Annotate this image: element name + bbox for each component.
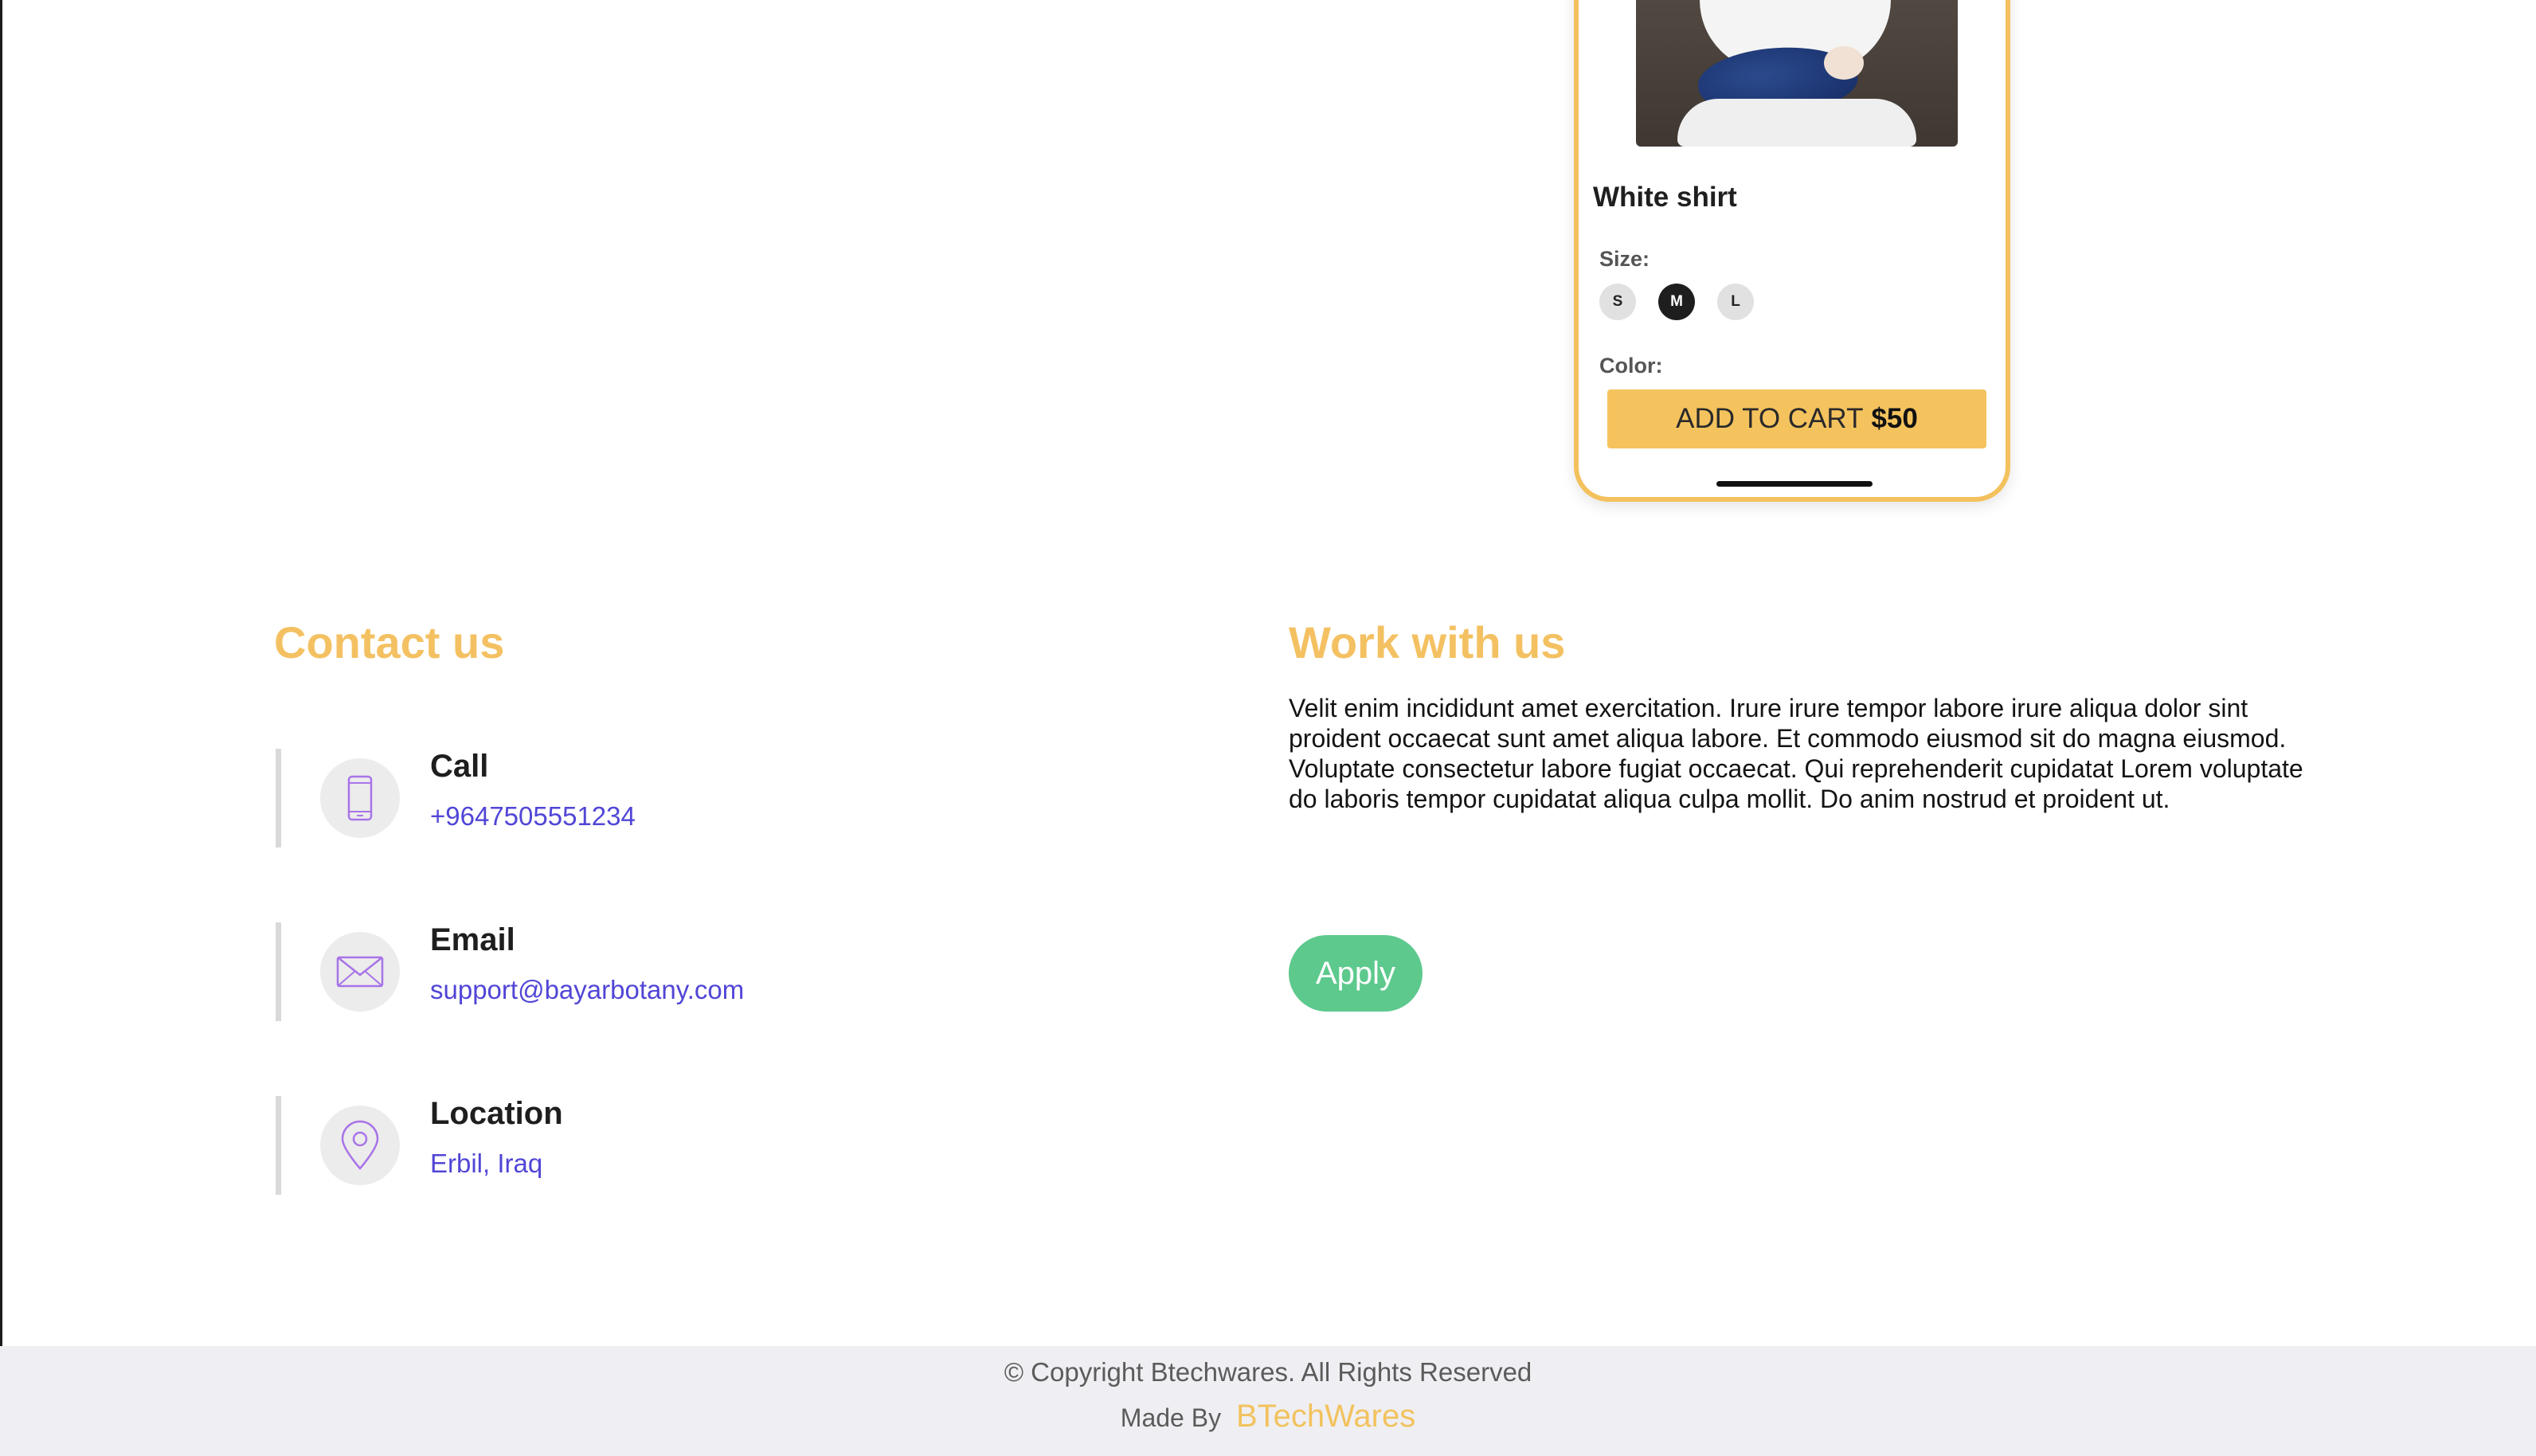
map-pin-icon bbox=[320, 1106, 400, 1185]
size-option-m[interactable]: M bbox=[1658, 284, 1695, 320]
divider bbox=[276, 749, 281, 847]
size-options: S M L bbox=[1599, 284, 1754, 320]
product-price: $50 bbox=[1871, 403, 1918, 434]
window-left-edge bbox=[0, 0, 2, 1346]
size-label: Size: bbox=[1599, 247, 1650, 271]
made-by-label: Made By bbox=[1120, 1403, 1222, 1432]
footer: © Copyright Btechwares. All Rights Reser… bbox=[0, 1346, 2536, 1456]
product-name: White shirt bbox=[1593, 182, 1737, 213]
phone-link[interactable]: +9647505551234 bbox=[430, 801, 636, 832]
add-to-cart-label: ADD TO CART bbox=[1676, 403, 1864, 434]
envelope-icon bbox=[320, 932, 400, 1012]
contact-title: Contact us bbox=[274, 617, 505, 667]
contact-item-location: Location Erbil, Iraq bbox=[276, 1096, 992, 1195]
product-image[interactable] bbox=[1636, 0, 1958, 147]
color-label: Color: bbox=[1599, 354, 1663, 378]
phone-icon bbox=[320, 758, 400, 838]
phone-mockup: White shirt Size: S M L Color: ADD TO CA… bbox=[1574, 0, 2010, 502]
contact-item-email: Email support@bayarbotany.com bbox=[276, 922, 992, 1021]
location-link[interactable]: Erbil, Iraq bbox=[430, 1149, 542, 1179]
brand-link[interactable]: BTechWares bbox=[1236, 1399, 1415, 1434]
email-link[interactable]: support@bayarbotany.com bbox=[430, 975, 744, 1005]
work-title: Work with us bbox=[1289, 617, 1566, 667]
contact-item-call: Call +9647505551234 bbox=[276, 749, 992, 847]
size-option-s[interactable]: S bbox=[1599, 284, 1636, 320]
divider bbox=[276, 1096, 281, 1195]
contact-label: Email bbox=[430, 922, 515, 957]
apply-button[interactable]: Apply bbox=[1289, 935, 1423, 1012]
made-by: Made By BTechWares bbox=[0, 1399, 2536, 1434]
divider bbox=[276, 922, 281, 1021]
contact-label: Location bbox=[430, 1096, 563, 1131]
work-description: Velit enim incididunt amet exercitation.… bbox=[1289, 694, 2303, 813]
copyright-text: © Copyright Btechwares. All Rights Reser… bbox=[1004, 1357, 1532, 1387]
add-to-cart-button[interactable]: ADD TO CART $50 bbox=[1607, 389, 1986, 448]
contact-label: Call bbox=[430, 749, 489, 784]
home-indicator bbox=[1716, 481, 1873, 487]
size-option-l[interactable]: L bbox=[1717, 284, 1754, 320]
